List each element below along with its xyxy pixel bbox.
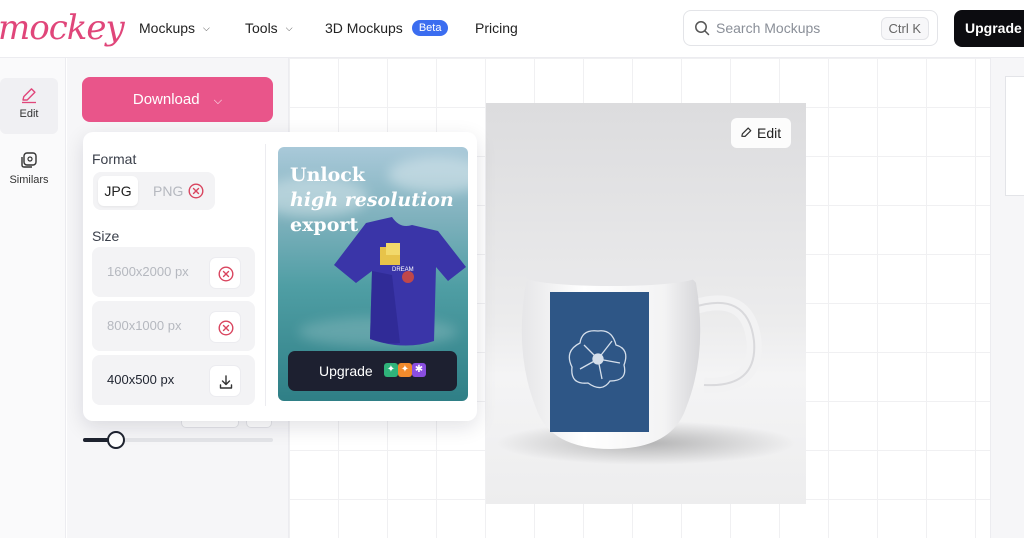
- size-option-label: 400x500 px: [107, 372, 175, 387]
- top-header: mockey Mockups ⌵ Tools ⌵ 3D Mockups Beta…: [0, 0, 1024, 58]
- promo-upgrade-button[interactable]: Upgrade ✦ ✦ ✱: [288, 351, 457, 391]
- mug-mockup-image: [496, 268, 796, 465]
- size-option-800x1000[interactable]: 800x1000 px: [92, 301, 255, 351]
- size-unavailable-indicator: [209, 311, 241, 343]
- size-unavailable-indicator: [209, 257, 241, 289]
- search-shortcut: Ctrl K: [880, 17, 929, 40]
- search-icon: [695, 21, 710, 36]
- upgrade-promo-card: Unlock high resolution export DREAM Upgr…: [278, 147, 468, 401]
- nav-pricing[interactable]: Pricing: [475, 20, 518, 36]
- nav-tools-label: Tools: [245, 20, 278, 36]
- right-panel-edge: [990, 58, 1024, 538]
- size-option-1600x2000[interactable]: 1600x2000 px: [92, 247, 255, 297]
- rail-item-similars[interactable]: Similars: [0, 142, 58, 198]
- svg-text:DREAM: DREAM: [392, 267, 414, 273]
- promo-upgrade-label: Upgrade: [319, 363, 373, 379]
- nav-mockups[interactable]: Mockups ⌵: [139, 20, 210, 36]
- sparkle-icon: ✱: [412, 363, 426, 377]
- beta-badge: Beta: [411, 20, 449, 36]
- rail-item-edit[interactable]: Edit: [0, 78, 58, 134]
- size-option-400x500[interactable]: 400x500 px: [92, 355, 255, 405]
- mockey-logo[interactable]: mockey: [0, 8, 125, 48]
- download-button-label: Download: [132, 91, 200, 108]
- rail-item-similars-label: Similars: [9, 174, 49, 186]
- download-icon: [219, 375, 233, 389]
- search-box[interactable]: Ctrl K: [683, 10, 938, 46]
- edit-button-label: Edit: [757, 125, 782, 141]
- nav-pricing-label: Pricing: [475, 20, 518, 36]
- edit-button[interactable]: Edit: [731, 118, 791, 148]
- format-option-png[interactable]: PNG: [153, 176, 183, 206]
- chevron-down-icon: ⌵: [203, 22, 210, 33]
- tshirt-illustration: DREAM: [334, 217, 466, 346]
- download-popover: Format JPG PNG Size 1600x2000 px 800x100…: [83, 132, 477, 421]
- unavailable-x-icon: [218, 266, 234, 282]
- chevron-down-icon: ⌵: [213, 95, 223, 107]
- size-option-label: 1600x2000 px: [107, 264, 189, 279]
- unavailable-x-icon: [188, 183, 204, 199]
- size-label: Size: [92, 228, 120, 244]
- format-option-jpg[interactable]: JPG: [98, 176, 138, 206]
- nav-mockups-label: Mockups: [139, 20, 196, 36]
- rail-item-edit-label: Edit: [19, 108, 39, 120]
- pencil-icon: [741, 127, 752, 138]
- search-input[interactable]: [716, 20, 866, 36]
- download-size-button[interactable]: [209, 365, 241, 397]
- unavailable-x-icon: [218, 320, 234, 336]
- promo-line-2: high resolution: [290, 189, 454, 211]
- mockup-preview: [486, 103, 806, 504]
- nav-tools[interactable]: Tools ⌵: [245, 20, 293, 36]
- nav-3d-mockups[interactable]: 3D Mockups Beta: [325, 20, 449, 36]
- sparkle-icon: ✦: [398, 363, 412, 377]
- pencil-icon: [22, 88, 36, 104]
- chevron-down-icon: ⌵: [285, 22, 293, 33]
- sparkle-icon: ✦: [384, 363, 398, 377]
- nav-3d-mockups-label: 3D Mockups: [325, 20, 403, 36]
- promo-line-1: Unlock: [290, 164, 366, 186]
- format-label: Format: [92, 151, 137, 167]
- layers-icon: [21, 152, 37, 168]
- upgrade-button[interactable]: Upgrade: [954, 10, 1024, 47]
- download-button[interactable]: Download ⌵: [82, 77, 273, 122]
- format-option-png-label: PNG: [153, 183, 184, 199]
- format-selector: JPG PNG: [93, 172, 215, 210]
- slider-handle[interactable]: [107, 431, 125, 449]
- size-option-label: 800x1000 px: [107, 318, 182, 333]
- left-rail: Edit Similars: [0, 58, 66, 538]
- popover-divider: [265, 144, 266, 406]
